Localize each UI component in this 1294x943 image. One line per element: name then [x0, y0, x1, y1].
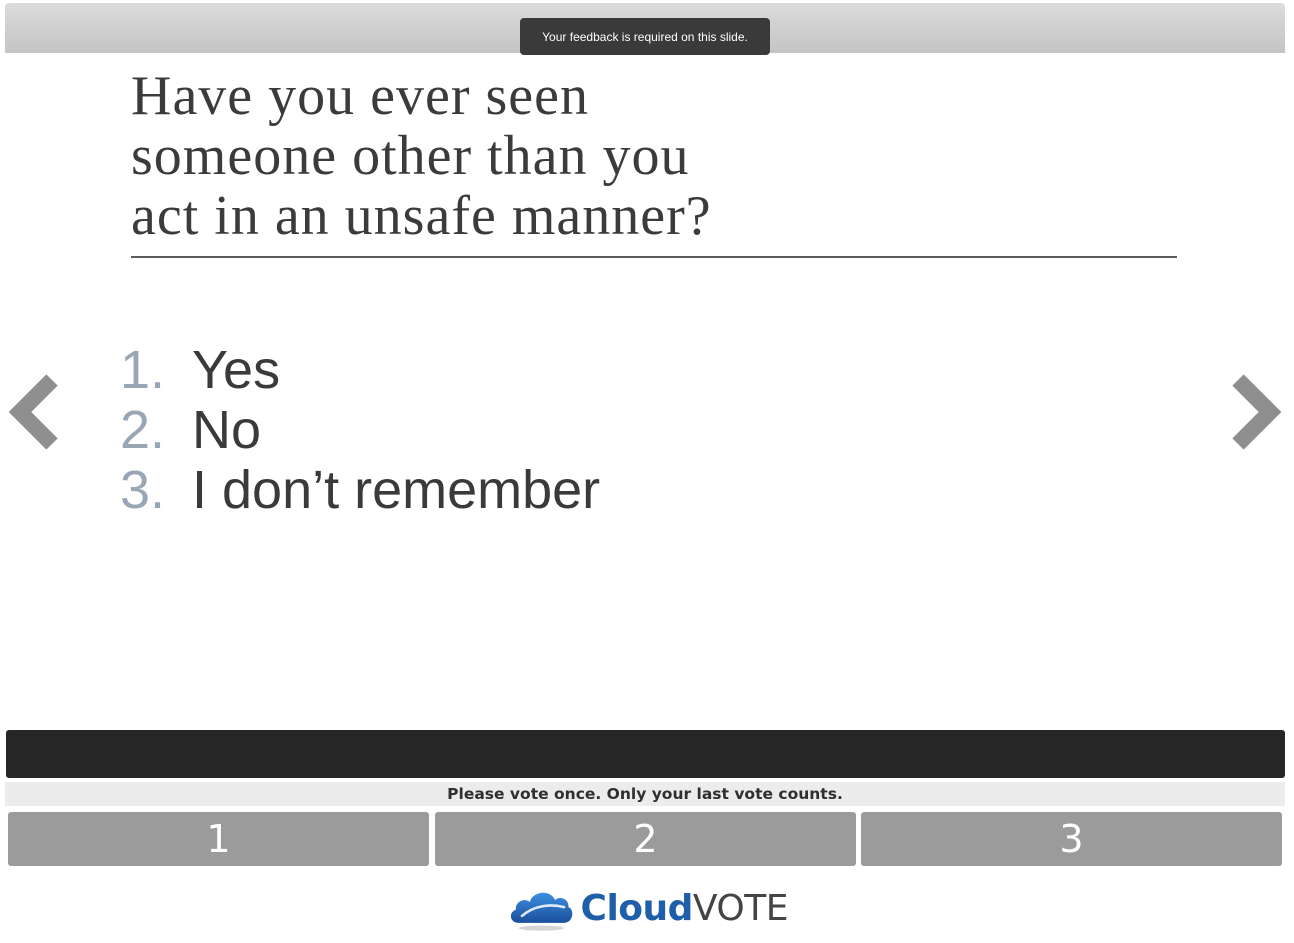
- logo-text-cloud: Cloud: [580, 887, 694, 929]
- question-title: Have you ever seen someone other than yo…: [131, 66, 1177, 246]
- answer-list: 1. Yes 2. No 3. I don’t remember: [120, 340, 600, 520]
- answer-item: 1. Yes: [120, 340, 600, 400]
- results-bar: [6, 730, 1285, 778]
- feedback-required-tooltip: Your feedback is required on this slide.: [520, 18, 770, 55]
- question-line: someone other than you: [131, 125, 690, 187]
- answer-item: 3. I don’t remember: [120, 460, 600, 520]
- chevron-right-icon: [1232, 374, 1282, 450]
- cloud-icon: [510, 892, 573, 931]
- vote-button-1[interactable]: 1: [8, 812, 429, 866]
- chevron-left-icon: [8, 374, 58, 450]
- answer-number: 3.: [120, 460, 166, 520]
- logo-text-vote: VOTE: [692, 887, 789, 929]
- question-line: act in an unsafe manner?: [131, 185, 712, 247]
- vote-button-3[interactable]: 3: [861, 812, 1282, 866]
- answer-number: 1.: [120, 340, 166, 400]
- answer-item: 2. No: [120, 400, 600, 460]
- answer-number: 2.: [120, 400, 166, 460]
- next-slide-button[interactable]: [1228, 372, 1284, 452]
- question-line: Have you ever seen: [131, 65, 590, 127]
- logo-wordmark: CloudVOTE: [580, 887, 789, 929]
- answer-label: I don’t remember: [192, 460, 601, 520]
- cloudvote-logo: CloudVOTE: [508, 880, 789, 936]
- answer-label: Yes: [192, 340, 281, 400]
- question-divider: [131, 256, 1177, 258]
- previous-slide-button[interactable]: [6, 372, 62, 452]
- vote-button-2[interactable]: 2: [435, 812, 856, 866]
- vote-instruction: Please vote once. Only your last vote co…: [5, 782, 1285, 806]
- answer-label: No: [192, 400, 262, 460]
